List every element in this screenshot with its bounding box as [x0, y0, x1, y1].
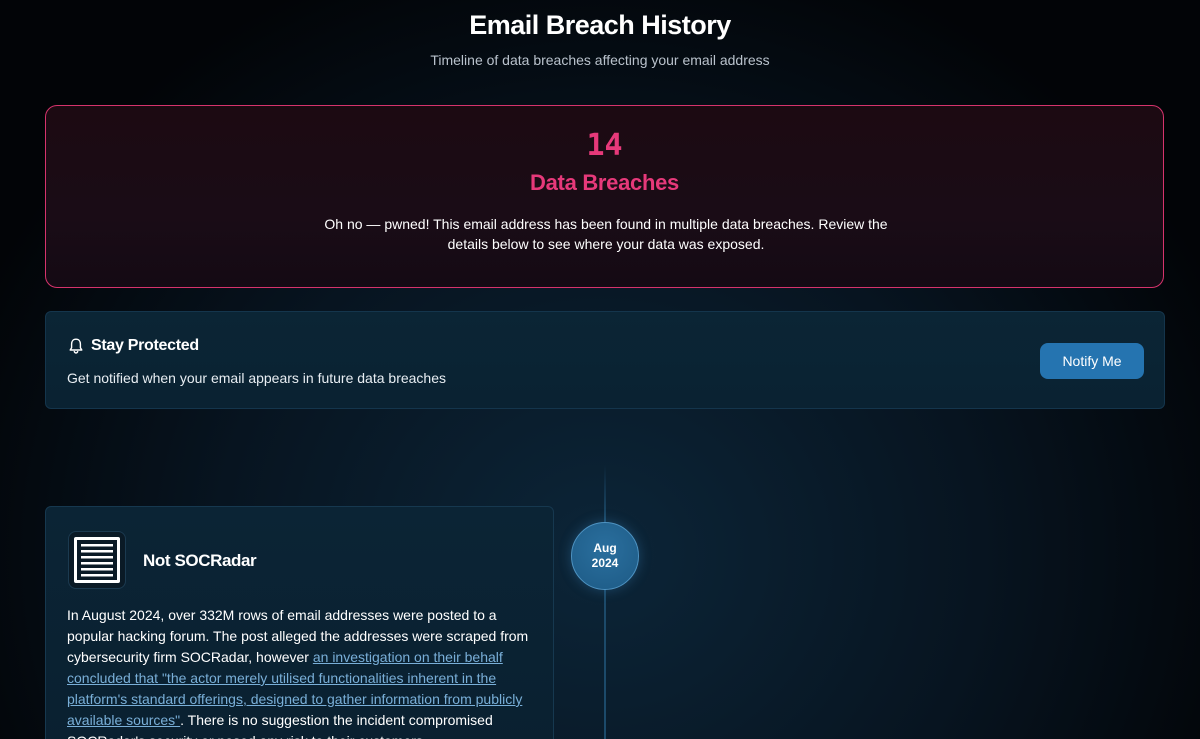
breach-message: Oh no — pwned! This email address has be… — [324, 216, 888, 252]
breach-count-label: Data Breaches — [530, 170, 679, 195]
breach-description: In August 2024, over 332M rows of email … — [67, 605, 537, 739]
timeline-line — [604, 465, 606, 739]
notify-me-button[interactable]: Notify Me — [1040, 343, 1144, 379]
page-subtitle: Timeline of data breaches affecting your… — [430, 52, 770, 68]
page-title: Email Breach History — [469, 10, 731, 40]
timeline-date-marker: Aug 2024 — [571, 522, 639, 590]
document-icon — [68, 531, 126, 589]
stay-protected-card: Stay Protected Get notified when your em… — [45, 311, 1165, 409]
bell-icon — [67, 337, 85, 355]
breach-count: 14 — [586, 128, 623, 163]
stay-protected-heading: Stay Protected — [67, 337, 199, 355]
timeline-month: Aug — [593, 541, 617, 555]
breach-card: Not SOCRadar In August 2024, over 332M r… — [45, 506, 554, 739]
breach-summary-card: 14 Data Breaches Oh no — pwned! This ema… — [45, 105, 1164, 288]
stay-protected-description: Get notified when your email appears in … — [67, 370, 447, 386]
timeline-year: 2024 — [591, 556, 619, 570]
breach-name: Not SOCRadar — [143, 551, 257, 570]
stay-protected-title: Stay Protected — [91, 337, 199, 354]
